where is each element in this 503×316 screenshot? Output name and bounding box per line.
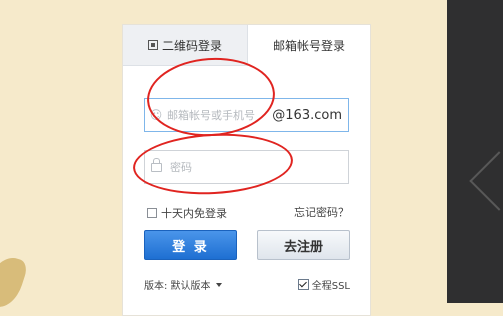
tab-qr-login[interactable]: 二维码登录	[123, 25, 248, 66]
tab-qr-label: 二维码登录	[161, 38, 222, 53]
email-domain-suffix: @163.com	[272, 107, 342, 123]
remember-label: 十天内免登录	[161, 207, 227, 220]
version-selector[interactable]: 版本: 默认版本	[144, 277, 222, 292]
password-placeholder: 密码	[170, 161, 192, 174]
caret-down-icon	[215, 282, 222, 287]
account-input[interactable]: ☺ 邮箱帐号或手机号 @163.com	[144, 98, 349, 132]
user-icon: ☺	[149, 108, 163, 122]
tab-email-login[interactable]: 邮箱帐号登录	[248, 25, 370, 66]
remember-checkbox[interactable]	[147, 208, 157, 218]
account-placeholder: 邮箱帐号或手机号	[167, 109, 255, 122]
right-dark-strip	[447, 0, 503, 303]
ssl-label: 全程SSL	[311, 281, 350, 292]
version-label: 版本: 默认版本	[144, 281, 211, 292]
register-button[interactable]: 去注册	[257, 230, 350, 260]
remember-me[interactable]: 十天内免登录	[147, 205, 227, 221]
lock-icon	[151, 157, 162, 172]
tab-email-label: 邮箱帐号登录	[272, 39, 345, 53]
password-input[interactable]: 密码	[144, 150, 349, 184]
login-panel: 二维码登录 邮箱帐号登录 ☺ 邮箱帐号或手机号 @163.com 密码 十天内免…	[122, 24, 371, 316]
qr-code-icon	[147, 40, 158, 50]
login-tabs: 二维码登录 邮箱帐号登录	[123, 25, 370, 66]
login-button[interactable]: 登 录	[144, 230, 237, 260]
ssl-option[interactable]: 全程SSL	[297, 277, 350, 292]
forgot-password-link[interactable]: 忘记密码？	[294, 204, 349, 220]
ssl-checkbox[interactable]	[297, 279, 309, 290]
